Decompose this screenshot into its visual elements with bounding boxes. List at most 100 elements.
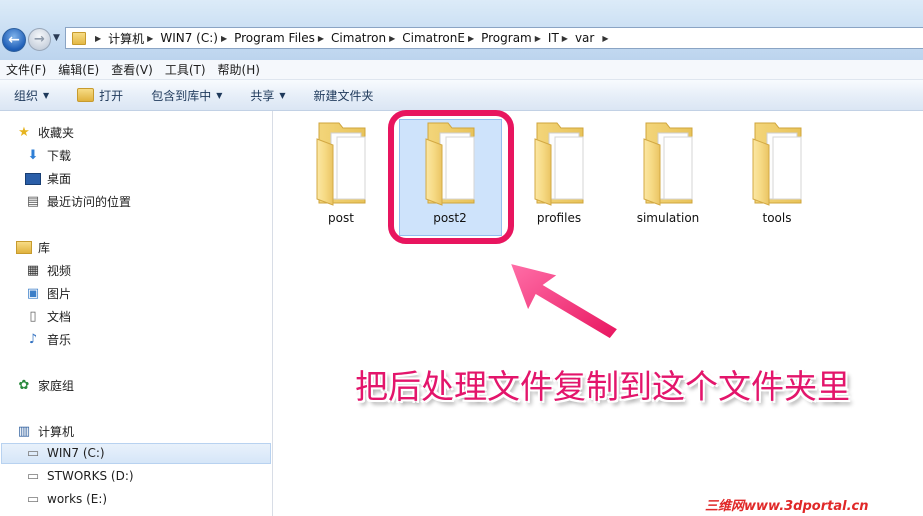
menu-file[interactable]: 文件(F) — [6, 61, 46, 78]
breadcrumb-separator-icon[interactable]: ▶ — [562, 34, 568, 43]
pointer-arrow-icon — [508, 261, 620, 340]
open-label: 打开 — [99, 88, 124, 103]
highlight-ring — [388, 110, 514, 244]
breadcrumb-separator-icon[interactable]: ▶ — [221, 34, 227, 43]
document-icon: ▯ — [29, 309, 37, 324]
new-folder-label: 新建文件夹 — [313, 88, 374, 103]
sidebar-label: 图片 — [47, 287, 72, 301]
sidebar-item-libraries[interactable]: 库 — [16, 239, 50, 256]
sidebar-item-videos[interactable]: ▦ 视频 — [25, 262, 71, 279]
sidebar-label: 家庭组 — [38, 379, 75, 393]
computer-icon: ▥ — [17, 424, 31, 439]
menu-edit[interactable]: 编辑(E) — [58, 61, 99, 78]
menu-bar: 文件(F) 编辑(E) 查看(V) 工具(T) 帮助(H) — [0, 60, 923, 80]
folder-item-post[interactable]: post — [291, 119, 391, 225]
share-label: 共享 — [250, 88, 275, 103]
picture-icon: ▣ — [26, 286, 40, 301]
back-arrow-icon: ← — [8, 32, 20, 48]
sidebar-label: 计算机 — [38, 425, 75, 439]
new-folder-button[interactable]: 新建文件夹 — [314, 87, 374, 104]
sidebar-label: 下载 — [47, 149, 72, 163]
drive-icon: ▭ — [26, 468, 40, 484]
sidebar-label: works (E:) — [47, 492, 108, 506]
desktop-icon — [25, 172, 41, 186]
folder-icon — [311, 119, 371, 207]
sidebar-label: WIN7 (C:) — [47, 446, 105, 460]
breadcrumb-item[interactable]: Program — [481, 31, 532, 45]
address-bar[interactable]: ▶ 计算机 ▶ WIN7 (C:) ▶ Program Files ▶ Cimatron ▶ Ci… — [65, 27, 923, 49]
sidebar-item-favorites[interactable]: ★ 收藏夹 — [16, 124, 74, 141]
sidebar-label: 桌面 — [47, 172, 72, 186]
include-in-library-button[interactable]: 包含到库中 ▼ — [151, 87, 222, 104]
breadcrumb-separator-icon[interactable]: ▶ — [147, 34, 153, 43]
breadcrumb-item[interactable]: IT — [548, 31, 559, 45]
music-icon: ♪ — [28, 332, 38, 347]
folder-icon — [747, 119, 807, 207]
sidebar-item-drive-d[interactable]: ▭ STWORKS (D:) — [25, 468, 134, 484]
sidebar-item-music[interactable]: ♪ 音乐 — [25, 331, 71, 348]
folder-label: tools — [762, 211, 792, 225]
annotation-caption: 把后处理文件复制到这个文件夹里 — [355, 367, 850, 406]
forward-button[interactable]: → — [28, 28, 51, 51]
folder-icon — [638, 119, 698, 207]
recent-places-icon: ▤ — [26, 194, 40, 209]
recent-pages-dropdown-icon[interactable]: ▼ — [53, 33, 60, 43]
drive-icon: ▭ — [26, 491, 40, 507]
star-icon: ★ — [18, 125, 30, 140]
breadcrumb-item[interactable]: WIN7 (C:) — [160, 31, 218, 45]
folder-icon — [72, 31, 86, 45]
breadcrumb-separator-icon[interactable]: ▶ — [602, 34, 608, 43]
sidebar-item-recent[interactable]: ▤ 最近访问的位置 — [25, 193, 131, 210]
sidebar-item-drive-e[interactable]: ▭ works (E:) — [25, 491, 108, 507]
organize-label: 组织 — [14, 88, 39, 103]
menu-view[interactable]: 查看(V) — [111, 61, 153, 78]
breadcrumb-item[interactable]: CimatronE — [402, 31, 465, 45]
breadcrumb-separator-icon[interactable]: ▶ — [389, 34, 395, 43]
sidebar-label: 收藏夹 — [38, 126, 75, 140]
command-bar: 组织 ▼ 打开 包含到库中 ▼ 共享 ▼ 新建文件夹 — [0, 80, 923, 111]
breadcrumb-separator-icon[interactable]: ▶ — [318, 34, 324, 43]
forward-arrow-icon: → — [34, 32, 45, 47]
open-button[interactable]: 打开 — [77, 87, 123, 104]
sidebar-item-drive-c[interactable]: ▭ WIN7 (C:) — [25, 445, 105, 461]
breadcrumb-separator-icon[interactable]: ▶ — [468, 34, 474, 43]
sidebar-label: 视频 — [47, 264, 72, 278]
menu-help[interactable]: 帮助(H) — [218, 61, 260, 78]
breadcrumb: ▶ 计算机 ▶ WIN7 (C:) ▶ Program Files ▶ Cimatron ▶ Ci… — [92, 30, 615, 47]
watermark: 三维网www.3dportal.cn — [705, 499, 869, 514]
chevron-down-icon: ▼ — [43, 90, 50, 100]
breadcrumb-item[interactable]: 计算机 — [108, 30, 144, 47]
back-button[interactable]: ← — [2, 28, 26, 52]
sidebar-item-desktop[interactable]: 桌面 — [25, 170, 71, 187]
navigation-pane: ★ 收藏夹 ⬇ 下载 桌面 ▤ 最近访问的位置 库 ▦ 视频 ▣ 图片 ▯ 文档 ♪ 音乐 ✿… — [0, 111, 273, 516]
folder-label: simulation — [636, 211, 700, 225]
folder-item-profiles[interactable]: profiles — [509, 119, 609, 225]
folder-label: profiles — [536, 211, 582, 225]
breadcrumb-item[interactable]: Cimatron — [331, 31, 386, 45]
drive-icon: ▭ — [26, 445, 40, 461]
organize-button[interactable]: 组织 ▼ — [14, 87, 49, 104]
homegroup-icon: ✿ — [18, 378, 30, 393]
sidebar-label: STWORKS (D:) — [47, 469, 134, 483]
sidebar-label: 文档 — [47, 310, 72, 324]
chevron-down-icon: ▼ — [216, 90, 223, 100]
share-button[interactable]: 共享 ▼ — [250, 87, 285, 104]
chevron-down-icon: ▼ — [279, 90, 286, 100]
sidebar-item-documents[interactable]: ▯ 文档 — [25, 308, 71, 325]
sidebar-label: 最近访问的位置 — [47, 195, 132, 209]
breadcrumb-item[interactable]: var — [575, 31, 594, 45]
breadcrumb-separator-icon[interactable]: ▶ — [95, 34, 101, 43]
folder-item-simulation[interactable]: simulation — [618, 119, 718, 225]
breadcrumb-separator-icon[interactable]: ▶ — [535, 34, 541, 43]
menu-tools[interactable]: 工具(T) — [165, 61, 206, 78]
folder-label: post — [328, 211, 354, 225]
download-icon: ⬇ — [27, 148, 39, 163]
sidebar-item-homegroup[interactable]: ✿ 家庭组 — [16, 377, 74, 394]
breadcrumb-item[interactable]: Program Files — [234, 31, 315, 45]
sidebar-item-downloads[interactable]: ⬇ 下载 — [25, 147, 71, 164]
folder-item-tools[interactable]: tools — [727, 119, 827, 225]
include-label: 包含到库中 — [151, 88, 212, 103]
sidebar-item-computer[interactable]: ▥ 计算机 — [16, 423, 74, 440]
open-folder-icon — [77, 88, 95, 102]
sidebar-item-pictures[interactable]: ▣ 图片 — [25, 285, 71, 302]
